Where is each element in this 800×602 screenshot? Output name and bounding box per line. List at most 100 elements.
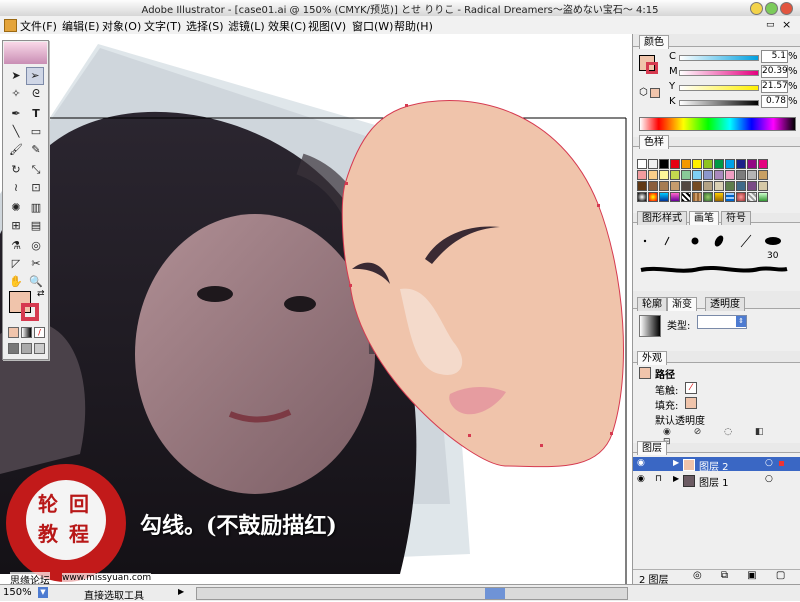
mesh-tool-icon[interactable]: ⊞ — [7, 217, 25, 235]
menu-window[interactable]: 窗口(W) — [352, 18, 393, 34]
lasso-tool-icon[interactable]: ᘓ — [27, 85, 45, 103]
menu-edit[interactable]: 编辑(E) — [62, 18, 100, 34]
screen-mode-2-icon[interactable] — [21, 343, 32, 354]
restore-icon[interactable]: ▭ — [766, 20, 775, 30]
minimize-button[interactable] — [750, 2, 763, 15]
eye-icon[interactable]: ◉ — [637, 474, 645, 484]
pen-tool-icon[interactable]: ✒ — [7, 105, 25, 123]
channel-k-slider[interactable] — [679, 100, 759, 106]
appearance-fill-swatch[interactable] — [685, 397, 697, 409]
menu-select[interactable]: 选择(S) — [186, 18, 224, 34]
line-tool-icon[interactable]: ╲ — [7, 123, 25, 141]
menu-filter[interactable]: 滤镜(L) — [228, 18, 265, 34]
symbols-tab[interactable]: 符号 — [721, 211, 751, 225]
channel-c-value[interactable]: 5.1 — [761, 50, 788, 63]
appearance-tab[interactable]: 外观 — [637, 351, 667, 365]
scale-tool-icon[interactable]: ⤡ — [27, 161, 45, 179]
zoom-level[interactable]: 150% — [3, 587, 32, 598]
brushes-tab[interactable]: 画笔 — [689, 211, 719, 225]
layer-row-1[interactable]: ◉ ⊓ ▶ 图层 1 ○ — [633, 473, 800, 489]
channel-m-unit: % — [788, 66, 798, 77]
free-transform-tool-icon[interactable]: ⊡ — [27, 179, 45, 197]
close-doc-icon[interactable]: × — [782, 18, 791, 31]
expand-arrow-icon[interactable]: ▶ — [673, 458, 679, 467]
right-panels: 颜色 ⬡ C 5.1 % M 20.39 % Y 21.57 % K 0.78 … — [632, 34, 800, 586]
gradient-preview[interactable] — [639, 315, 661, 337]
pencil-tool-icon[interactable]: ✎ — [27, 141, 45, 159]
paintbrush-tool-icon[interactable]: 🖌 — [7, 141, 25, 159]
appearance-stroke-swatch[interactable]: ⁄ — [685, 382, 697, 394]
channel-y-value[interactable]: 21.57 — [761, 80, 788, 93]
menu-help[interactable]: 帮助(H) — [394, 18, 433, 34]
slice-tool-icon[interactable]: ◸ — [7, 255, 25, 273]
gradient-tool-icon[interactable]: ▤ — [27, 217, 45, 235]
selection-tool-icon[interactable]: ➤ — [7, 67, 25, 85]
rectangle-tool-icon[interactable]: ▭ — [27, 123, 45, 141]
layers-tab[interactable]: 图层 — [637, 441, 667, 455]
direct-selection-tool-icon[interactable]: ➢ — [26, 67, 44, 85]
hand-tool-icon[interactable]: ✋ — [7, 273, 25, 291]
graphic-styles-tab[interactable]: 图形样式 — [637, 211, 687, 225]
layer-row-2[interactable]: ◉ ▶ 图层 2 ○ — [633, 457, 800, 473]
channel-y-slider[interactable] — [679, 85, 759, 91]
layer-footer-icons[interactable]: ◎ ⧉ ▣ ▢ — [693, 570, 793, 581]
swap-colors-icon[interactable]: ⇄ — [37, 289, 45, 299]
menu-object[interactable]: 对象(O) — [102, 18, 141, 34]
target-circle-icon[interactable]: ○ — [765, 458, 773, 468]
screen-mode-1-icon[interactable] — [8, 343, 19, 354]
color-stroke-preview — [646, 62, 658, 74]
color-mode-icon[interactable] — [8, 327, 19, 338]
eyedropper-tool-icon[interactable]: ⚗ — [7, 237, 25, 255]
swatches-tab[interactable]: 色样 — [639, 135, 669, 149]
transparency-tab[interactable]: 透明度 — [705, 297, 745, 311]
column-graph-tool-icon[interactable]: ▥ — [27, 199, 45, 217]
scissors-tool-icon[interactable]: ✂ — [27, 255, 45, 273]
color-tab[interactable]: 颜色 — [639, 35, 669, 49]
warp-tool-icon[interactable]: ≀ — [7, 179, 25, 197]
gradient-type-label: 类型: — [667, 321, 691, 332]
rotate-tool-icon[interactable]: ↻ — [7, 161, 25, 179]
artboard-canvas[interactable]: 轮 回 教 程 勾线。(不鼓励描红) 思缘论坛 www.missyuan.com — [0, 34, 632, 584]
menu-effect[interactable]: 效果(C) — [268, 18, 306, 34]
channel-k-value[interactable]: 0.78 — [761, 95, 788, 108]
blend-tool-icon[interactable]: ◎ — [27, 237, 45, 255]
select-arrow-icon[interactable]: ⇕ — [736, 316, 746, 327]
horizontal-scrollbar[interactable] — [196, 587, 628, 600]
appearance-title: 路径 — [655, 370, 675, 381]
site-url: www.missyuan.com — [62, 573, 152, 583]
appearance-footer-icons[interactable]: ◉ ⊘ ◌ ◧ ⊟ — [663, 427, 793, 447]
menu-view[interactable]: 视图(V) — [308, 18, 346, 34]
gradient-mode-icon[interactable] — [21, 327, 32, 338]
calligraphic-stroke[interactable] — [639, 263, 789, 277]
tool-dropdown-icon[interactable]: ▶ — [178, 587, 184, 596]
color-panel: 颜色 ⬡ C 5.1 % M 20.39 % Y 21.57 % K 0.78 … — [633, 35, 800, 137]
brush-size-label: 30 — [767, 251, 779, 261]
close-button[interactable] — [780, 2, 793, 15]
screen-mode-3-icon[interactable] — [34, 343, 45, 354]
app-menu-icon[interactable] — [4, 19, 17, 32]
stroke-panel-tab[interactable]: 轮廓 — [637, 297, 667, 311]
eye-icon[interactable]: ◉ — [637, 458, 645, 468]
scroll-thumb[interactable] — [485, 588, 505, 599]
color-spectrum-bar[interactable] — [639, 117, 796, 131]
target-circle-icon[interactable]: ○ — [765, 474, 773, 484]
magic-wand-tool-icon[interactable]: ✧ — [7, 85, 25, 103]
channel-y-label: Y — [669, 81, 676, 92]
none-mode-icon[interactable]: / — [34, 327, 45, 338]
channel-m-slider[interactable] — [679, 70, 759, 76]
type-tool-icon[interactable]: T — [27, 105, 45, 123]
expand-arrow-icon[interactable]: ▶ — [673, 474, 679, 483]
stroke-color-box[interactable] — [21, 303, 39, 321]
channel-m-value[interactable]: 20.39 — [761, 65, 788, 78]
gradient-tab[interactable]: 渐变 — [667, 297, 697, 311]
zoom-dropdown-icon[interactable]: ▼ — [38, 587, 48, 598]
symbol-sprayer-tool-icon[interactable]: ✺ — [7, 199, 25, 217]
lock-icon[interactable]: ⊓ — [655, 474, 662, 484]
swatch-grid[interactable] — [637, 159, 768, 202]
menu-file[interactable]: 文件(F) — [20, 18, 57, 34]
menu-type[interactable]: 文字(T) — [144, 18, 181, 34]
channel-c-slider[interactable] — [679, 55, 759, 61]
brushes-panel: 图形样式 画笔 符号 30 — [633, 211, 800, 291]
maximize-button[interactable] — [765, 2, 778, 15]
layer-thumb — [683, 475, 695, 487]
